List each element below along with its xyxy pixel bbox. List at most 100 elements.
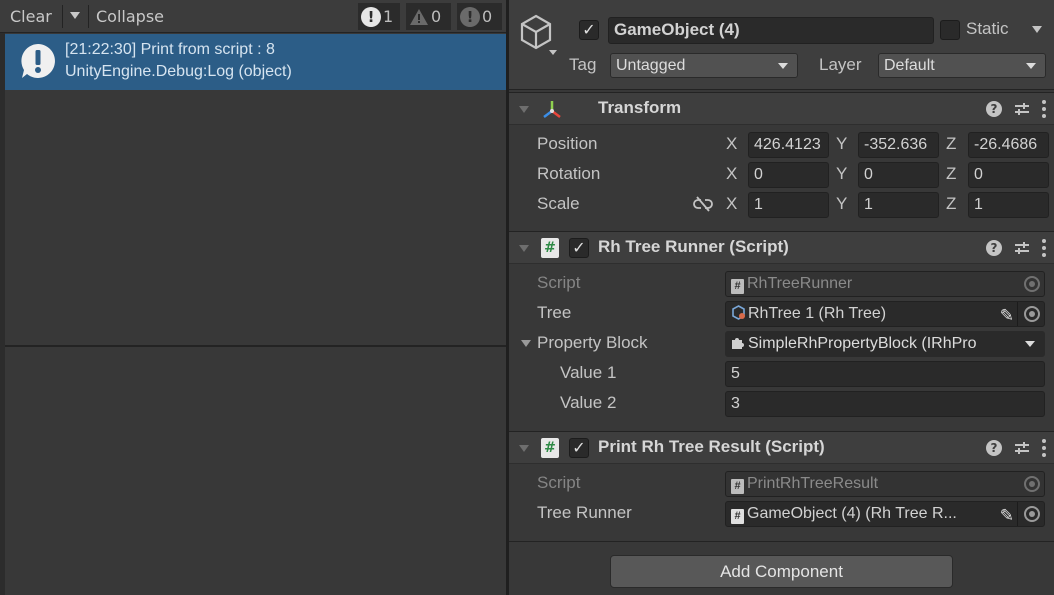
foldout-arrow-icon[interactable] (519, 445, 529, 452)
warning-count: 0 (431, 7, 442, 26)
help-icon[interactable]: ? (986, 240, 1002, 256)
gameobject-name-input[interactable]: GameObject (4) (608, 17, 934, 44)
toolbar-divider (88, 5, 89, 28)
layer-value: Default (884, 57, 935, 74)
help-icon[interactable]: ? (986, 440, 1002, 456)
puzzle-piece-icon (732, 338, 744, 349)
position-x-field[interactable]: 426.4123 (748, 132, 829, 158)
edit-pencil-icon[interactable]: ✎ (1000, 304, 1014, 326)
scale-y-label[interactable]: Y (836, 194, 847, 214)
log-message-line2: UnityEngine.Debug:Log (object) (65, 63, 292, 80)
console-detail-splitter[interactable] (5, 345, 506, 347)
rotation-y-label[interactable]: Y (836, 164, 847, 184)
component-enabled-checkbox[interactable]: ✓ (569, 238, 589, 258)
scale-z-label[interactable]: Z (946, 194, 956, 214)
scale-x-label[interactable]: X (726, 194, 737, 214)
error-icon: ! (460, 6, 480, 27)
component-enabled-checkbox[interactable]: ✓ (569, 438, 589, 458)
script-label: Script (537, 473, 581, 492)
icon-dropdown-caret[interactable] (549, 50, 557, 55)
position-z-field[interactable]: -26.4686 (968, 132, 1049, 158)
foldout-arrow-icon[interactable] (519, 106, 529, 113)
clear-options-dropdown-icon[interactable] (70, 12, 80, 19)
object-picker-icon (1024, 476, 1040, 492)
layer-dropdown[interactable]: Default (878, 53, 1046, 78)
toolbar-divider (62, 5, 63, 28)
position-y-label[interactable]: Y (836, 134, 847, 154)
clear-button[interactable]: Clear (10, 4, 52, 29)
position-y-field[interactable]: -352.636 (858, 132, 939, 158)
value1-label: Value 1 (560, 363, 617, 382)
property-block-foldout-icon[interactable] (521, 340, 531, 347)
script-hash-icon: # (731, 279, 744, 294)
script-field: # RhTreeRunner (725, 271, 1045, 297)
static-checkbox[interactable] (940, 20, 960, 40)
position-x-label[interactable]: X (726, 134, 737, 154)
property-block-dropdown[interactable]: SimpleRhPropertyBlock (IRhPro (725, 331, 1045, 357)
tag-dropdown[interactable]: Untagged (610, 53, 798, 78)
rh-tree-runner-title: Rh Tree Runner (Script) (598, 237, 789, 256)
info-message-icon (21, 44, 55, 78)
property-block-label[interactable]: Property Block (537, 333, 648, 353)
inspector-panel: ✓ GameObject (4) Static Tag Untagged Lay… (509, 0, 1054, 595)
property-block-value: SimpleRhPropertyBlock (IRhPro (748, 335, 977, 352)
static-dropdown-caret[interactable] (1032, 26, 1042, 33)
rotation-x-field[interactable]: 0 (748, 162, 829, 188)
transform-title: Transform (598, 98, 682, 117)
kebab-menu-icon[interactable] (1042, 100, 1046, 118)
script-field: # PrintRhTreeResult (725, 471, 1045, 497)
help-icon[interactable]: ? (986, 101, 1002, 117)
script-value: PrintRhTreeResult (747, 475, 879, 492)
chevron-down-icon (1025, 341, 1035, 347)
print-result-title: Print Rh Tree Result (Script) (598, 437, 825, 456)
log-entry[interactable]: [21:22:30] Print from script : 8 UnityEn… (5, 34, 506, 90)
script-hash-icon: # (731, 509, 744, 524)
console-gutter (0, 33, 5, 595)
kebab-menu-icon[interactable] (1042, 239, 1046, 257)
script-hash-icon: # (731, 479, 744, 494)
foldout-arrow-icon[interactable] (519, 245, 529, 252)
scriptable-object-icon (732, 305, 745, 320)
tree-label: Tree (537, 303, 572, 322)
value2-field[interactable]: 3 (725, 391, 1045, 417)
preset-sliders-icon[interactable] (1014, 102, 1030, 116)
value1-field[interactable]: 5 (725, 361, 1045, 387)
unlink-constrain-icon[interactable] (693, 196, 713, 212)
log-message-line1: [21:22:30] Print from script : 8 (65, 41, 275, 58)
chevron-down-icon (1026, 63, 1036, 69)
collapse-button[interactable]: Collapse (96, 4, 164, 29)
rotation-y-field[interactable]: 0 (858, 162, 939, 188)
scale-y-field[interactable]: 1 (858, 192, 939, 218)
preset-sliders-icon[interactable] (1014, 441, 1030, 455)
scale-x-field[interactable]: 1 (748, 192, 829, 218)
object-picker-icon[interactable] (1024, 506, 1040, 522)
kebab-menu-icon[interactable] (1042, 439, 1046, 457)
rotation-label: Rotation (537, 164, 601, 183)
info-icon: ! (361, 6, 381, 27)
console-toolbar: Clear Collapse ! 1 0 ! 0 (0, 0, 506, 33)
rh-tree-runner-header[interactable]: # ✓ Rh Tree Runner (Script) ? (509, 231, 1054, 264)
info-count-toggle[interactable]: ! 1 (358, 3, 400, 30)
tree-object-field[interactable]: RhTree 1 (Rh Tree) ✎ (725, 301, 1045, 327)
preset-sliders-icon[interactable] (1014, 241, 1030, 255)
scale-z-field[interactable]: 1 (968, 192, 1049, 218)
edit-pencil-icon[interactable]: ✎ (1000, 504, 1014, 526)
gameobject-active-checkbox[interactable]: ✓ (579, 20, 599, 40)
component-header-icons: ? (986, 239, 1046, 257)
rotation-z-label[interactable]: Z (946, 164, 956, 184)
gameobject-header: ✓ GameObject (4) Static Tag Untagged Lay… (509, 0, 1054, 90)
print-result-header[interactable]: # ✓ Print Rh Tree Result (Script) ? (509, 431, 1054, 464)
transform-header[interactable]: Transform ? (509, 92, 1054, 125)
rotation-x-label[interactable]: X (726, 164, 737, 184)
add-component-button[interactable]: Add Component (610, 555, 953, 588)
tree-runner-object-field[interactable]: # GameObject (4) (Rh Tree R... ✎ (725, 501, 1045, 527)
rotation-z-field[interactable]: 0 (968, 162, 1049, 188)
position-z-label[interactable]: Z (946, 134, 956, 154)
gameobject-cube-icon[interactable] (519, 14, 553, 50)
console-panel: Clear Collapse ! 1 0 ! 0 [21:22:30] Prin… (0, 0, 506, 595)
object-picker-icon[interactable] (1024, 306, 1040, 322)
components-end-divider (509, 541, 1054, 542)
component-header-icons: ? (986, 439, 1046, 457)
warning-count-toggle[interactable]: 0 (406, 3, 451, 30)
error-count-toggle[interactable]: ! 0 (457, 3, 502, 30)
